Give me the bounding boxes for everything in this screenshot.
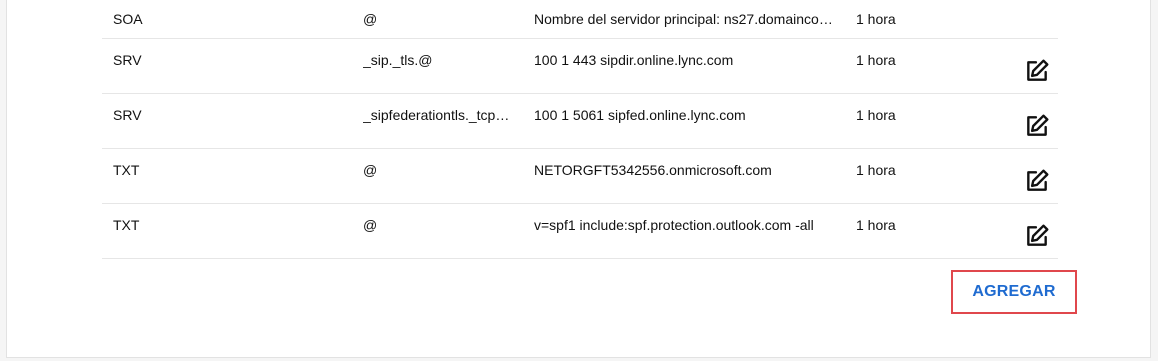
table-row: SRV _sip._tls.@ 100 1 443 sipdir.online.…: [102, 39, 1058, 94]
record-type: TXT: [113, 162, 140, 178]
record-type: TXT: [113, 217, 140, 233]
edit-icon: [1024, 168, 1050, 194]
record-value: NETORGFT5342556.onmicrosoft.com: [534, 162, 772, 178]
record-ttl: 1 hora: [856, 107, 896, 123]
record-value: 100 1 5061 sipfed.online.lync.com: [534, 107, 746, 123]
add-button-highlight: AGREGAR: [951, 270, 1077, 314]
record-type: SRV: [113, 52, 142, 68]
record-name: @: [363, 217, 378, 233]
table-row: SOA @ Nombre del servidor principal: ns2…: [102, 0, 1058, 39]
record-value: v=spf1 include:spf.protection.outlook.co…: [534, 217, 814, 233]
edit-record-button[interactable]: [1024, 223, 1050, 249]
record-value: 100 1 443 sipdir.online.lync.com: [534, 52, 734, 68]
edit-icon: [1024, 113, 1050, 139]
record-name: @: [363, 162, 378, 178]
record-ttl: 1 hora: [856, 162, 896, 178]
edit-record-button[interactable]: [1024, 58, 1050, 84]
edit-record-button[interactable]: [1024, 168, 1050, 194]
edit-icon: [1024, 223, 1050, 249]
record-ttl: 1 hora: [856, 52, 896, 68]
edit-record-button[interactable]: [1024, 113, 1050, 139]
table-row: TXT @ NETORGFT5342556.onmicrosoft.com 1 …: [102, 149, 1058, 204]
edit-icon: [1024, 58, 1050, 84]
dns-records-table: SOA @ Nombre del servidor principal: ns2…: [102, 0, 1058, 259]
record-name: @: [363, 11, 378, 27]
record-type: SOA: [113, 11, 143, 27]
record-value: Nombre del servidor principal: ns27.doma…: [534, 11, 839, 27]
table-row: SRV _sipfederationtls._tcp.@ 100 1 5061 …: [102, 94, 1058, 149]
table-row: TXT @ v=spf1 include:spf.protection.outl…: [102, 204, 1058, 259]
record-ttl: 1 hora: [856, 217, 896, 233]
dns-records-card: SOA @ Nombre del servidor principal: ns2…: [6, 0, 1151, 358]
record-ttl: 1 hora: [856, 11, 896, 27]
record-name: _sip._tls.@: [363, 52, 433, 68]
record-name: _sipfederationtls._tcp.@: [363, 107, 513, 123]
record-type: SRV: [113, 107, 142, 123]
add-record-button[interactable]: AGREGAR: [953, 272, 1075, 312]
